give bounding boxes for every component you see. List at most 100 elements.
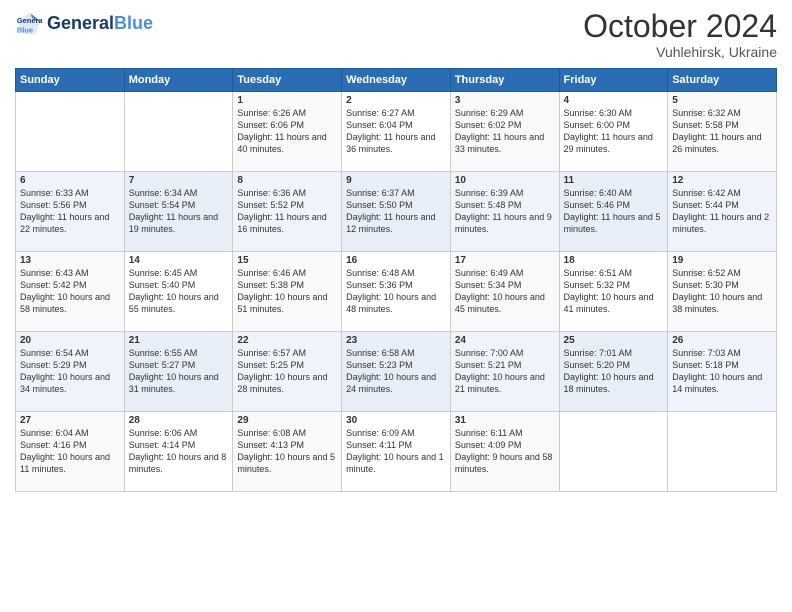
week-row-1: 6Sunrise: 6:33 AMSunset: 5:56 PMDaylight… (16, 172, 777, 252)
calendar-cell: 11Sunrise: 6:40 AMSunset: 5:46 PMDayligh… (559, 172, 668, 252)
col-sunday: Sunday (16, 69, 125, 92)
day-number: 12 (672, 175, 772, 186)
logo-text: GeneralBlue (47, 14, 153, 34)
calendar-cell: 26Sunrise: 7:03 AMSunset: 5:18 PMDayligh… (668, 332, 777, 412)
calendar-cell (559, 412, 668, 492)
calendar-cell: 8Sunrise: 6:36 AMSunset: 5:52 PMDaylight… (233, 172, 342, 252)
day-number: 29 (237, 415, 337, 426)
calendar-cell (124, 92, 233, 172)
week-row-3: 20Sunrise: 6:54 AMSunset: 5:29 PMDayligh… (16, 332, 777, 412)
calendar-cell: 23Sunrise: 6:58 AMSunset: 5:23 PMDayligh… (342, 332, 451, 412)
calendar-cell: 28Sunrise: 6:06 AMSunset: 4:14 PMDayligh… (124, 412, 233, 492)
col-thursday: Thursday (450, 69, 559, 92)
day-info: Sunrise: 6:04 AMSunset: 4:16 PMDaylight:… (20, 427, 120, 476)
week-row-2: 13Sunrise: 6:43 AMSunset: 5:42 PMDayligh… (16, 252, 777, 332)
calendar-cell: 20Sunrise: 6:54 AMSunset: 5:29 PMDayligh… (16, 332, 125, 412)
week-row-4: 27Sunrise: 6:04 AMSunset: 4:16 PMDayligh… (16, 412, 777, 492)
calendar-cell: 22Sunrise: 6:57 AMSunset: 5:25 PMDayligh… (233, 332, 342, 412)
day-info: Sunrise: 7:03 AMSunset: 5:18 PMDaylight:… (672, 347, 772, 396)
col-friday: Friday (559, 69, 668, 92)
page: General Blue GeneralBlue October 2024 Vu… (0, 0, 792, 612)
title-block: October 2024 Vuhlehirsk, Ukraine (583, 10, 777, 60)
day-info: Sunrise: 6:33 AMSunset: 5:56 PMDaylight:… (20, 187, 120, 236)
calendar-cell (668, 412, 777, 492)
day-number: 15 (237, 255, 337, 266)
calendar-cell: 2Sunrise: 6:27 AMSunset: 6:04 PMDaylight… (342, 92, 451, 172)
location: Vuhlehirsk, Ukraine (583, 44, 777, 60)
day-number: 5 (672, 95, 772, 106)
day-info: Sunrise: 6:34 AMSunset: 5:54 PMDaylight:… (129, 187, 229, 236)
day-info: Sunrise: 6:37 AMSunset: 5:50 PMDaylight:… (346, 187, 446, 236)
day-number: 31 (455, 415, 555, 426)
calendar-cell: 30Sunrise: 6:09 AMSunset: 4:11 PMDayligh… (342, 412, 451, 492)
col-wednesday: Wednesday (342, 69, 451, 92)
day-info: Sunrise: 6:09 AMSunset: 4:11 PMDaylight:… (346, 427, 446, 476)
day-number: 1 (237, 95, 337, 106)
day-number: 7 (129, 175, 229, 186)
logo-icon: General Blue (15, 10, 43, 38)
calendar-cell: 10Sunrise: 6:39 AMSunset: 5:48 PMDayligh… (450, 172, 559, 252)
day-info: Sunrise: 6:27 AMSunset: 6:04 PMDaylight:… (346, 107, 446, 156)
calendar-cell: 5Sunrise: 6:32 AMSunset: 5:58 PMDaylight… (668, 92, 777, 172)
day-info: Sunrise: 6:45 AMSunset: 5:40 PMDaylight:… (129, 267, 229, 316)
svg-text:General: General (17, 16, 43, 25)
day-info: Sunrise: 6:32 AMSunset: 5:58 PMDaylight:… (672, 107, 772, 156)
day-number: 3 (455, 95, 555, 106)
day-number: 26 (672, 335, 772, 346)
day-info: Sunrise: 6:11 AMSunset: 4:09 PMDaylight:… (455, 427, 555, 476)
day-info: Sunrise: 6:08 AMSunset: 4:13 PMDaylight:… (237, 427, 337, 476)
calendar-cell: 29Sunrise: 6:08 AMSunset: 4:13 PMDayligh… (233, 412, 342, 492)
day-info: Sunrise: 7:01 AMSunset: 5:20 PMDaylight:… (564, 347, 664, 396)
day-number: 28 (129, 415, 229, 426)
day-info: Sunrise: 6:43 AMSunset: 5:42 PMDaylight:… (20, 267, 120, 316)
week-row-0: 1Sunrise: 6:26 AMSunset: 6:06 PMDaylight… (16, 92, 777, 172)
day-info: Sunrise: 6:54 AMSunset: 5:29 PMDaylight:… (20, 347, 120, 396)
day-number: 18 (564, 255, 664, 266)
day-number: 2 (346, 95, 446, 106)
day-info: Sunrise: 6:29 AMSunset: 6:02 PMDaylight:… (455, 107, 555, 156)
day-number: 8 (237, 175, 337, 186)
day-number: 30 (346, 415, 446, 426)
day-number: 9 (346, 175, 446, 186)
calendar-cell: 16Sunrise: 6:48 AMSunset: 5:36 PMDayligh… (342, 252, 451, 332)
day-info: Sunrise: 6:36 AMSunset: 5:52 PMDaylight:… (237, 187, 337, 236)
header-row: Sunday Monday Tuesday Wednesday Thursday… (16, 69, 777, 92)
logo: General Blue GeneralBlue (15, 10, 153, 38)
calendar-cell: 12Sunrise: 6:42 AMSunset: 5:44 PMDayligh… (668, 172, 777, 252)
day-info: Sunrise: 6:49 AMSunset: 5:34 PMDaylight:… (455, 267, 555, 316)
col-monday: Monday (124, 69, 233, 92)
month-title: October 2024 (583, 10, 777, 42)
svg-text:Blue: Blue (17, 25, 33, 34)
calendar-table: Sunday Monday Tuesday Wednesday Thursday… (15, 68, 777, 492)
header: General Blue GeneralBlue October 2024 Vu… (15, 10, 777, 60)
calendar-cell: 6Sunrise: 6:33 AMSunset: 5:56 PMDaylight… (16, 172, 125, 252)
calendar-cell: 13Sunrise: 6:43 AMSunset: 5:42 PMDayligh… (16, 252, 125, 332)
day-number: 21 (129, 335, 229, 346)
day-info: Sunrise: 7:00 AMSunset: 5:21 PMDaylight:… (455, 347, 555, 396)
calendar-cell: 14Sunrise: 6:45 AMSunset: 5:40 PMDayligh… (124, 252, 233, 332)
day-number: 4 (564, 95, 664, 106)
day-number: 25 (564, 335, 664, 346)
col-tuesday: Tuesday (233, 69, 342, 92)
day-info: Sunrise: 6:58 AMSunset: 5:23 PMDaylight:… (346, 347, 446, 396)
day-number: 24 (455, 335, 555, 346)
day-info: Sunrise: 6:42 AMSunset: 5:44 PMDaylight:… (672, 187, 772, 236)
day-number: 10 (455, 175, 555, 186)
calendar-cell: 4Sunrise: 6:30 AMSunset: 6:00 PMDaylight… (559, 92, 668, 172)
day-info: Sunrise: 6:39 AMSunset: 5:48 PMDaylight:… (455, 187, 555, 236)
day-number: 20 (20, 335, 120, 346)
calendar-cell: 15Sunrise: 6:46 AMSunset: 5:38 PMDayligh… (233, 252, 342, 332)
calendar-cell: 21Sunrise: 6:55 AMSunset: 5:27 PMDayligh… (124, 332, 233, 412)
day-info: Sunrise: 6:40 AMSunset: 5:46 PMDaylight:… (564, 187, 664, 236)
day-info: Sunrise: 6:06 AMSunset: 4:14 PMDaylight:… (129, 427, 229, 476)
calendar-cell: 24Sunrise: 7:00 AMSunset: 5:21 PMDayligh… (450, 332, 559, 412)
calendar-cell: 1Sunrise: 6:26 AMSunset: 6:06 PMDaylight… (233, 92, 342, 172)
day-number: 22 (237, 335, 337, 346)
day-number: 14 (129, 255, 229, 266)
calendar-cell: 27Sunrise: 6:04 AMSunset: 4:16 PMDayligh… (16, 412, 125, 492)
day-info: Sunrise: 6:57 AMSunset: 5:25 PMDaylight:… (237, 347, 337, 396)
day-info: Sunrise: 6:52 AMSunset: 5:30 PMDaylight:… (672, 267, 772, 316)
day-info: Sunrise: 6:48 AMSunset: 5:36 PMDaylight:… (346, 267, 446, 316)
day-number: 27 (20, 415, 120, 426)
calendar-cell: 25Sunrise: 7:01 AMSunset: 5:20 PMDayligh… (559, 332, 668, 412)
